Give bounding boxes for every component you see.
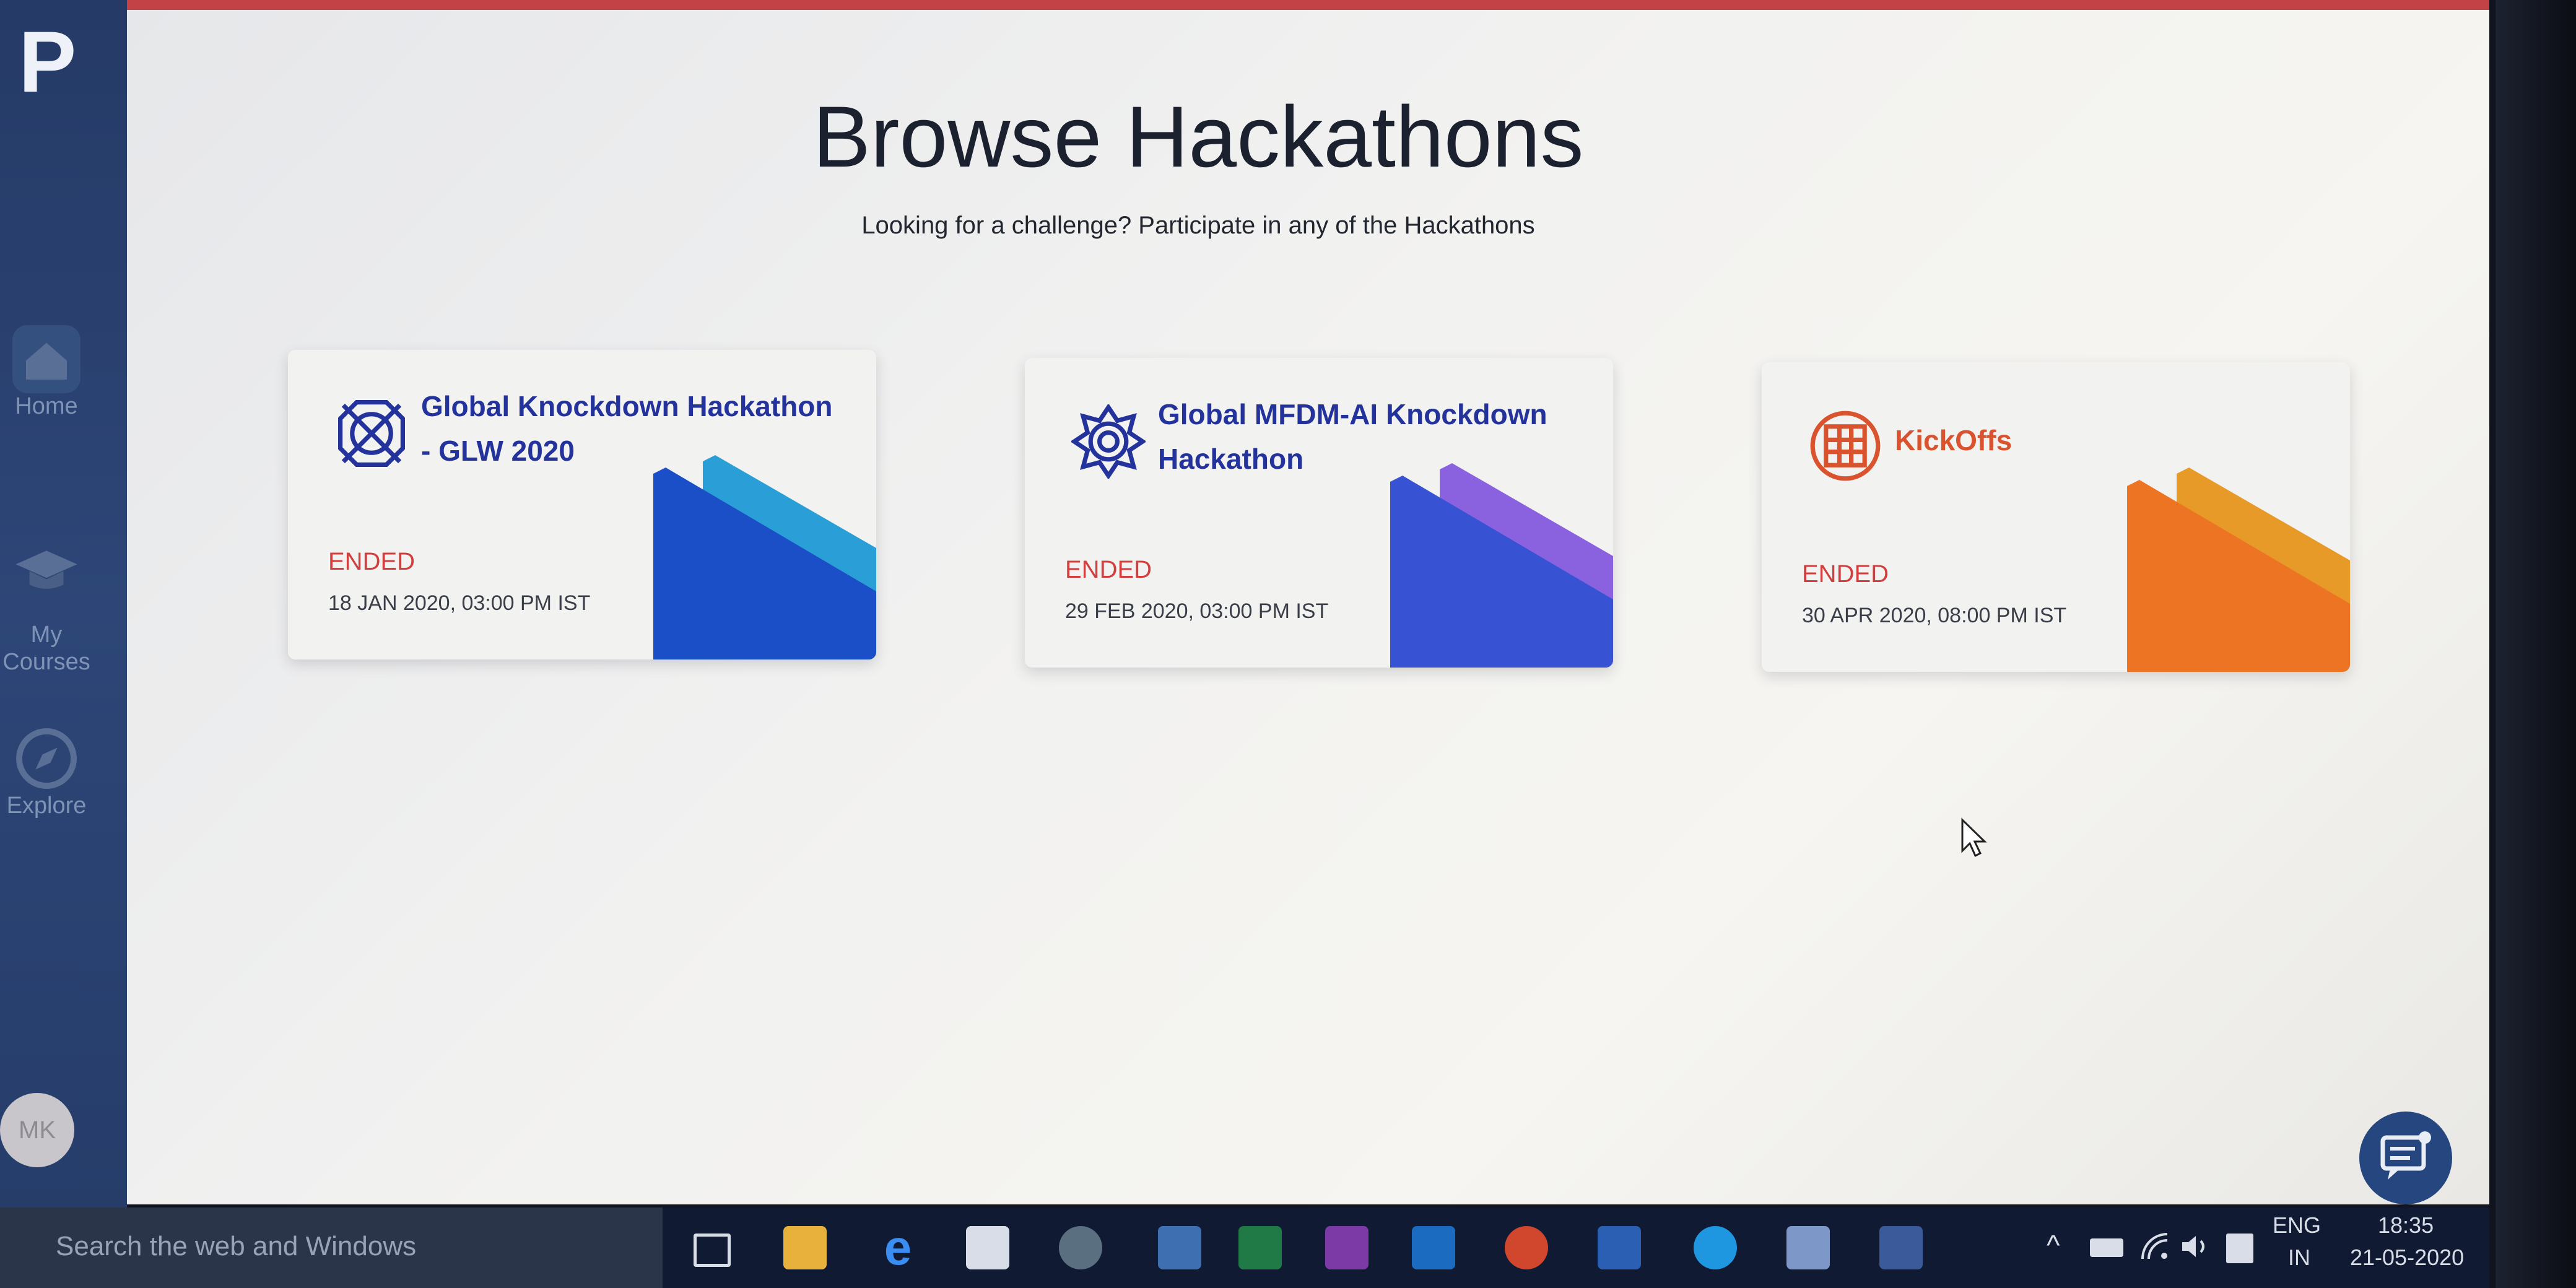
card-decoration [653, 455, 876, 659]
chrome-icon[interactable] [1059, 1226, 1102, 1269]
store-icon[interactable] [966, 1226, 1009, 1269]
app-icon[interactable] [1786, 1226, 1830, 1269]
card-date: 30 APR 2020, 08:00 PM IST [1802, 604, 2067, 627]
chat-icon [2380, 1131, 2431, 1180]
card-decoration [2127, 468, 2350, 672]
file-explorer-icon[interactable] [783, 1226, 827, 1269]
hackathon-logo-icon [1810, 411, 1881, 481]
status-badge: ENDED [328, 548, 416, 575]
notification-icon[interactable] [2226, 1234, 2253, 1263]
page-subtitle: Looking for a challenge? Participate in … [861, 212, 1535, 239]
monitor-bezel [2496, 0, 2576, 1288]
battery-icon[interactable] [2090, 1238, 2123, 1257]
excel-icon[interactable] [1238, 1226, 1282, 1269]
chat-button[interactable] [2359, 1112, 2452, 1204]
edge-icon[interactable]: e [876, 1223, 920, 1273]
windows-taskbar: Search the web and Windows e ^ ENG IN 18… [0, 1208, 2489, 1288]
language-indicator[interactable]: ENG [2273, 1212, 2321, 1238]
skype-icon[interactable] [1694, 1226, 1737, 1269]
chevron-up-icon[interactable]: ^ [2047, 1229, 2060, 1262]
hackathon-card[interactable]: Global Knockdown Hackathon - GLW 2020 EN… [288, 350, 876, 659]
volume-icon[interactable] [2180, 1232, 2211, 1261]
sidebar-item-label: My Courses [2, 622, 90, 675]
status-badge: ENDED [1065, 556, 1152, 583]
sidebar-item-my-courses[interactable]: My Courses [0, 517, 93, 676]
word-icon[interactable] [1598, 1226, 1641, 1269]
search-input[interactable]: Search the web and Windows [56, 1231, 416, 1262]
hackathon-card[interactable]: KickOffs ENDED 30 APR 2020, 08:00 PM IST [1762, 362, 2350, 672]
sidebar-item-home[interactable]: Home [0, 325, 93, 420]
page-title: Browse Hackathons [812, 88, 1584, 185]
hackathon-card[interactable]: Global MFDM-AI Knockdown Hackathon ENDED… [1025, 358, 1613, 668]
clock-date: 21-05-2020 [2350, 1245, 2465, 1270]
sidebar-item-explore[interactable]: Explore [0, 724, 93, 819]
avatar[interactable]: MK [0, 1093, 74, 1167]
tata-icon[interactable] [1879, 1226, 1923, 1269]
graduation-cap-icon [15, 550, 77, 589]
card-date: 18 JAN 2020, 03:00 PM IST [328, 591, 591, 615]
compass-icon [16, 728, 77, 789]
task-view-icon[interactable] [694, 1234, 731, 1267]
hackathon-logo-icon [1071, 404, 1146, 479]
outlook-icon[interactable] [1412, 1226, 1455, 1269]
taskbar-search[interactable]: Search the web and Windows [0, 1208, 663, 1288]
wifi-icon[interactable] [2139, 1231, 2170, 1262]
powerpoint-icon[interactable] [1505, 1226, 1548, 1269]
home-icon [12, 325, 80, 393]
card-decoration [1390, 463, 1613, 668]
main-content: Browse Hackathons Looking for a challeng… [127, 0, 2489, 1204]
card-date: 29 FEB 2020, 03:00 PM IST [1065, 599, 1329, 623]
top-accent-bar [127, 0, 2489, 10]
clock-time[interactable]: 18:35 [2378, 1212, 2434, 1238]
hackathon-logo-icon [338, 400, 405, 467]
python-icon[interactable] [1158, 1226, 1201, 1269]
sidebar-item-label: Home [15, 393, 78, 419]
card-title[interactable]: KickOffs [1895, 418, 2316, 463]
onenote-icon[interactable] [1325, 1226, 1368, 1269]
cursor-icon [1961, 817, 1987, 858]
region-indicator: IN [2288, 1245, 2310, 1270]
status-badge: ENDED [1802, 560, 1889, 588]
sidebar-item-label: Explore [6, 793, 87, 819]
